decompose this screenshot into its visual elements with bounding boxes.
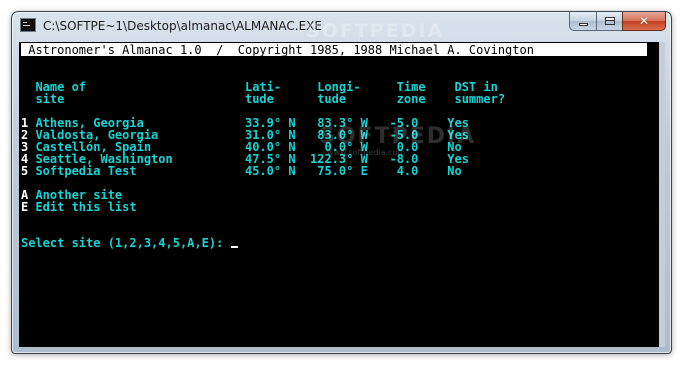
window-title: C:\SOFTPE~1\Desktop\almanac\ALMANAC.EXE [43,19,322,33]
column-header-line-2: site tude tude zone summer? [21,92,506,106]
vertical-scrollbar[interactable] [659,42,665,347]
site-line: Softpedia Test 45.0° N 75.0° E 4.0 No [28,164,462,178]
option-row: E Edit this list [21,201,137,213]
minimize-button[interactable] [569,12,596,31]
console-app-icon[interactable] [20,18,36,32]
console-screen[interactable]: Astronomer's Almanac 1.0 / Copyright 198… [19,42,659,347]
softpedia-watermark-url: www.softpedia.com [327,148,406,157]
close-icon: ✕ [638,14,650,28]
console-window: C:\SOFTPE~1\Desktop\almanac\ALMANAC.EXE … [11,11,672,354]
close-button[interactable]: ✕ [622,12,666,31]
site-row: 5 Softpedia Test 45.0° N 75.0° E 4.0 No [21,165,462,177]
softpedia-watermark-body: SOFTPEDIA [319,124,477,149]
maximize-icon [604,17,615,25]
maximize-button[interactable] [596,12,622,31]
option-line: Edit this list [28,200,137,214]
minimize-icon [578,22,588,26]
softpedia-watermark: SOFTPEDIA [306,20,445,42]
caption-buttons: ✕ [569,12,666,31]
site-prompt: Select site (1,2,3,4,5,A,E): [21,236,231,250]
program-header-bar: Astronomer's Almanac 1.0 / Copyright 198… [21,43,647,56]
prompt-line[interactable]: Select site (1,2,3,4,5,A,E): [21,237,238,249]
title-bar[interactable]: C:\SOFTPE~1\Desktop\almanac\ALMANAC.EXE … [12,12,671,42]
text-cursor [230,246,238,248]
program-header: Astronomer's Almanac 1.0 / Copyright 198… [21,43,534,57]
